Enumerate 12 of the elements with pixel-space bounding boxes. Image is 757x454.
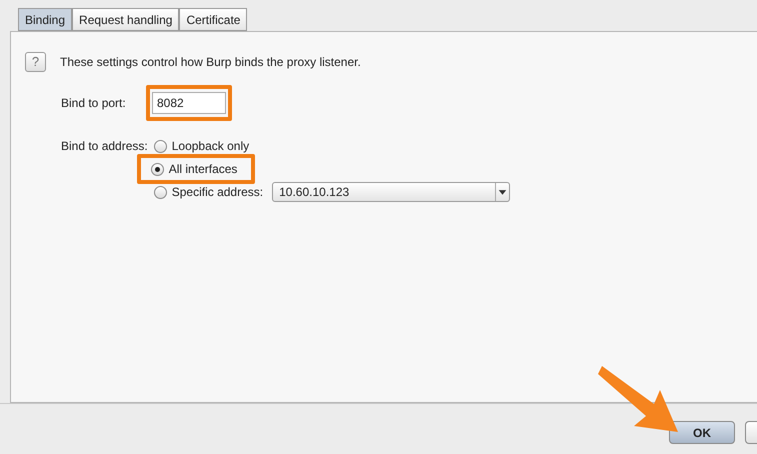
help-text: These settings control how Burp binds the proxy listener. bbox=[60, 54, 361, 71]
radio-label[interactable]: Specific address: bbox=[172, 183, 264, 201]
address-label: Bind to address: bbox=[61, 138, 149, 155]
ok-button[interactable]: OK bbox=[669, 421, 735, 444]
radio-label[interactable]: Loopback only bbox=[172, 137, 250, 155]
port-label: Bind to port: bbox=[61, 95, 127, 112]
tab[interactable]: Request handling bbox=[72, 8, 180, 31]
help-button[interactable]: ? bbox=[25, 52, 46, 72]
address-dropdown[interactable]: 10.60.10.123 bbox=[272, 182, 510, 202]
tab[interactable]: Binding bbox=[18, 8, 72, 31]
tab[interactable]: Certificate bbox=[179, 8, 248, 31]
port-field[interactable]: 8082 bbox=[152, 92, 226, 114]
